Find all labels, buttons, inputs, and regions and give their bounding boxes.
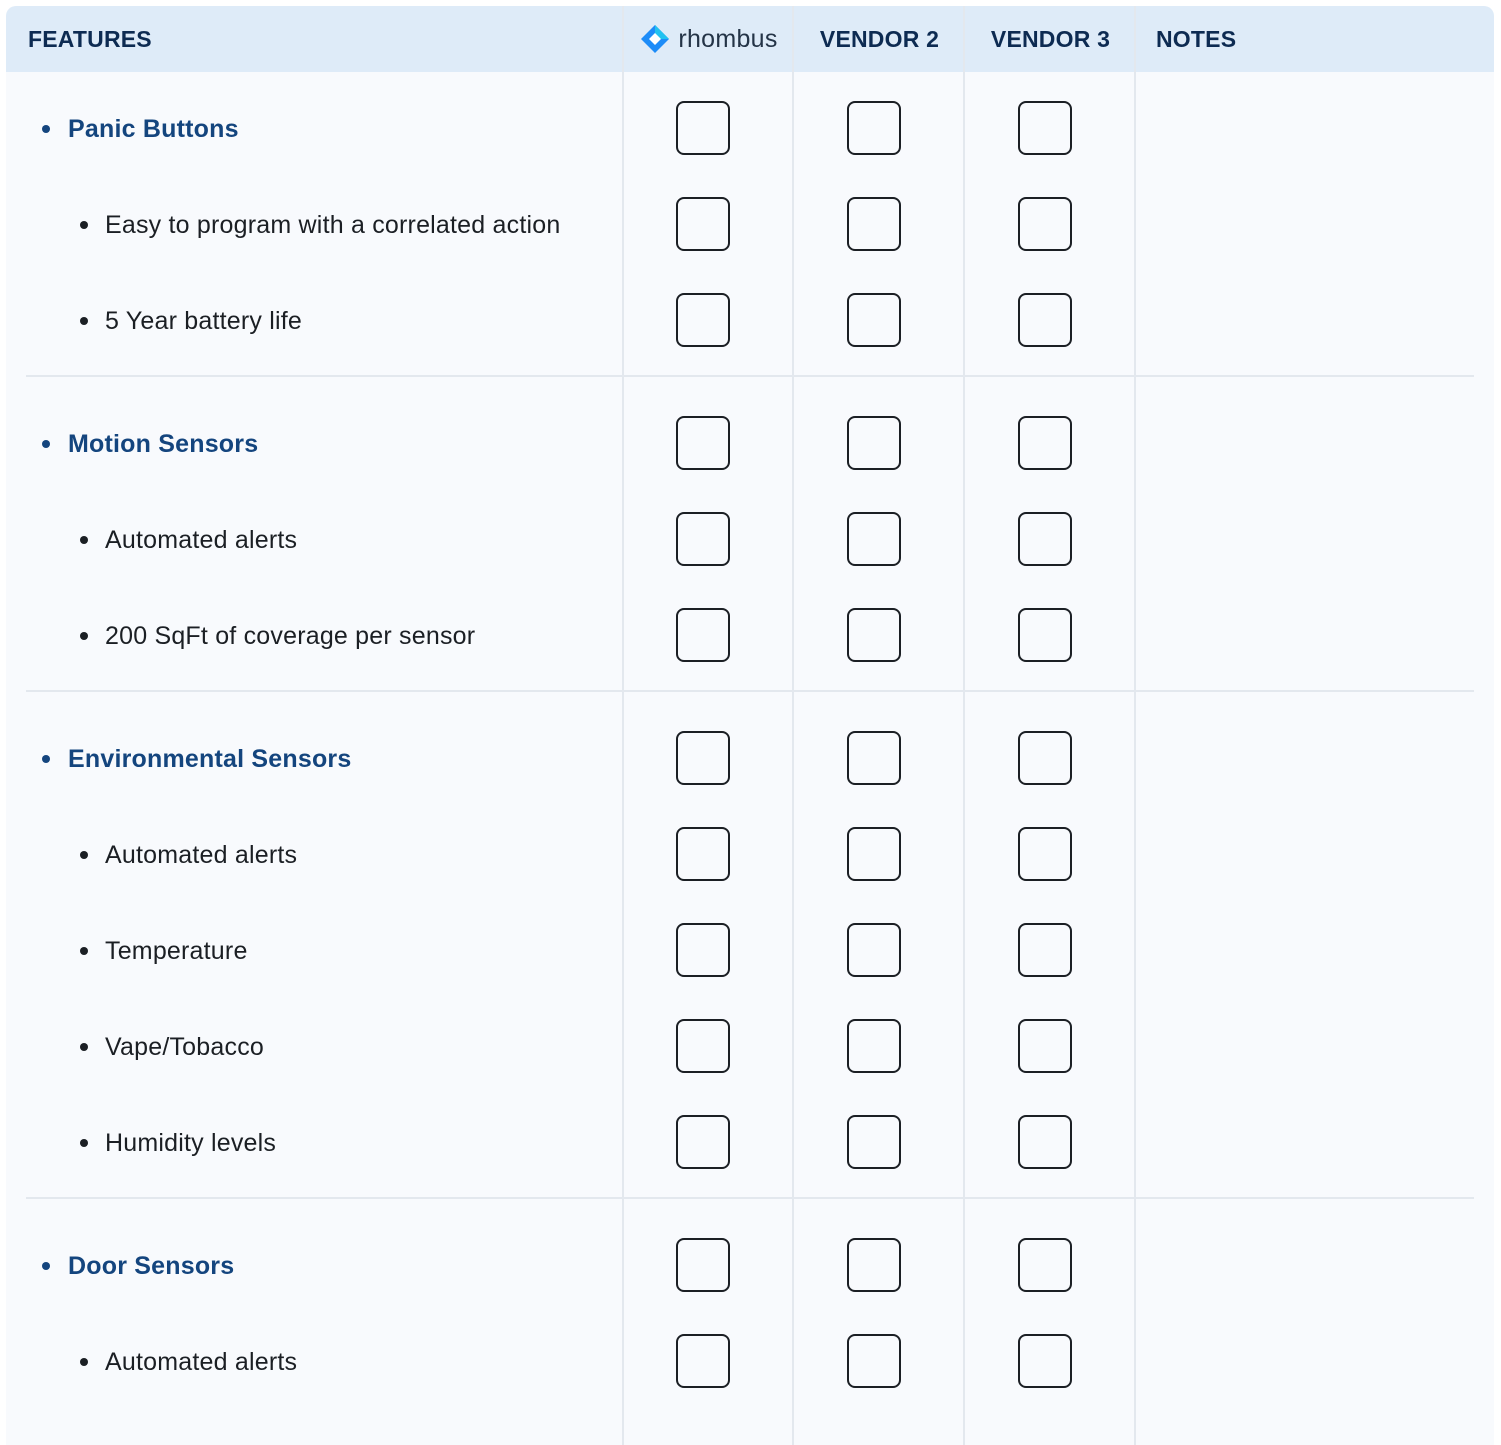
checkbox-vendor-2[interactable] xyxy=(847,1238,901,1292)
checkbox-vendor-3[interactable] xyxy=(1018,1019,1072,1073)
bullet-icon xyxy=(80,1139,88,1147)
checkbox-vendor-2[interactable] xyxy=(847,293,901,347)
checkbox-vendor-2[interactable] xyxy=(847,101,901,155)
checkbox-vendor-2[interactable] xyxy=(847,923,901,977)
checkbox-rhombus[interactable] xyxy=(676,1019,730,1073)
header-features: FEATURES xyxy=(28,25,152,52)
checkbox-vendor-2[interactable] xyxy=(847,416,901,470)
checkbox-vendor-3[interactable] xyxy=(1018,197,1072,251)
bullet-icon xyxy=(42,1262,50,1270)
checkbox-rhombus[interactable] xyxy=(676,293,730,347)
brand-name: rhombus xyxy=(678,24,778,53)
checkbox-rhombus[interactable] xyxy=(676,512,730,566)
checkbox-vendor-3[interactable] xyxy=(1018,101,1072,155)
checkbox-vendor-2[interactable] xyxy=(847,1334,901,1388)
checkbox-rhombus[interactable] xyxy=(676,731,730,785)
checkbox-vendor-2[interactable] xyxy=(847,512,901,566)
checkbox-vendor-2[interactable] xyxy=(847,608,901,662)
bullet-icon xyxy=(80,632,88,640)
feature-text: Automated alerts xyxy=(105,525,298,554)
checkbox-vendor-3[interactable] xyxy=(1018,293,1072,347)
checkbox-rhombus[interactable] xyxy=(676,101,730,155)
category-title: Door Sensors xyxy=(68,1251,235,1280)
checkbox-vendor-2[interactable] xyxy=(847,1019,901,1073)
bullet-icon xyxy=(42,125,50,133)
bullet-icon xyxy=(80,947,88,955)
feature-text: Humidity levels xyxy=(105,1128,277,1157)
feature-text: 200 SqFt of coverage per sensor xyxy=(105,621,476,650)
checkbox-rhombus[interactable] xyxy=(676,197,730,251)
checkbox-vendor-3[interactable] xyxy=(1018,416,1072,470)
feature-text: Temperature xyxy=(105,936,248,965)
header-vendor-3: VENDOR 3 xyxy=(990,25,1111,52)
checkbox-rhombus[interactable] xyxy=(676,1238,730,1292)
column-divider xyxy=(622,6,624,1445)
bullet-icon xyxy=(80,1358,88,1366)
rhombus-logo-icon xyxy=(641,25,670,53)
feature-text: Automated alerts xyxy=(105,1347,298,1376)
checkbox-vendor-3[interactable] xyxy=(1018,731,1072,785)
bullet-icon xyxy=(80,1043,88,1051)
section-divider xyxy=(26,1197,1474,1199)
checkbox-rhombus[interactable] xyxy=(676,1334,730,1388)
feature-text: 5 Year battery life xyxy=(105,306,302,335)
checkbox-vendor-2[interactable] xyxy=(847,197,901,251)
checkbox-vendor-3[interactable] xyxy=(1018,827,1072,881)
category-title: Panic Buttons xyxy=(68,114,239,143)
bullet-icon xyxy=(80,536,88,544)
checkbox-vendor-2[interactable] xyxy=(847,731,901,785)
checkbox-rhombus[interactable] xyxy=(676,923,730,977)
checkbox-vendor-3[interactable] xyxy=(1018,923,1072,977)
checkbox-rhombus[interactable] xyxy=(676,416,730,470)
table-header: FEATURES rhombus VENDOR 2 VENDOR 3 NOTES xyxy=(6,6,1494,72)
column-divider xyxy=(963,6,965,1445)
checkbox-vendor-3[interactable] xyxy=(1018,1115,1072,1169)
bullet-icon xyxy=(80,221,88,229)
bullet-icon xyxy=(42,440,50,448)
checkbox-vendor-3[interactable] xyxy=(1018,512,1072,566)
section-divider xyxy=(26,690,1474,692)
feature-text: Automated alerts xyxy=(105,840,298,869)
header-notes: NOTES xyxy=(1156,25,1237,52)
checkbox-vendor-2[interactable] xyxy=(847,1115,901,1169)
bullet-icon xyxy=(42,755,50,763)
section-divider xyxy=(26,375,1474,377)
checkbox-vendor-3[interactable] xyxy=(1018,1238,1072,1292)
checkbox-vendor-2[interactable] xyxy=(847,827,901,881)
checkbox-rhombus[interactable] xyxy=(676,827,730,881)
column-divider xyxy=(1134,6,1136,1445)
feature-text: Vape/Tobacco xyxy=(105,1032,264,1061)
comparison-table: FEATURES rhombus VENDOR 2 VENDOR 3 NOTES… xyxy=(6,6,1494,1445)
header-vendor-2: VENDOR 2 xyxy=(819,25,940,52)
category-title: Environmental Sensors xyxy=(68,744,352,773)
bullet-icon xyxy=(80,317,88,325)
bullet-icon xyxy=(80,851,88,859)
checkbox-rhombus[interactable] xyxy=(676,608,730,662)
column-divider xyxy=(792,6,794,1445)
checkbox-vendor-3[interactable] xyxy=(1018,1334,1072,1388)
checkbox-vendor-3[interactable] xyxy=(1018,608,1072,662)
header-brand: rhombus xyxy=(624,6,794,72)
checkbox-rhombus[interactable] xyxy=(676,1115,730,1169)
category-title: Motion Sensors xyxy=(68,429,259,458)
feature-text: Easy to program with a correlated action xyxy=(105,210,561,239)
